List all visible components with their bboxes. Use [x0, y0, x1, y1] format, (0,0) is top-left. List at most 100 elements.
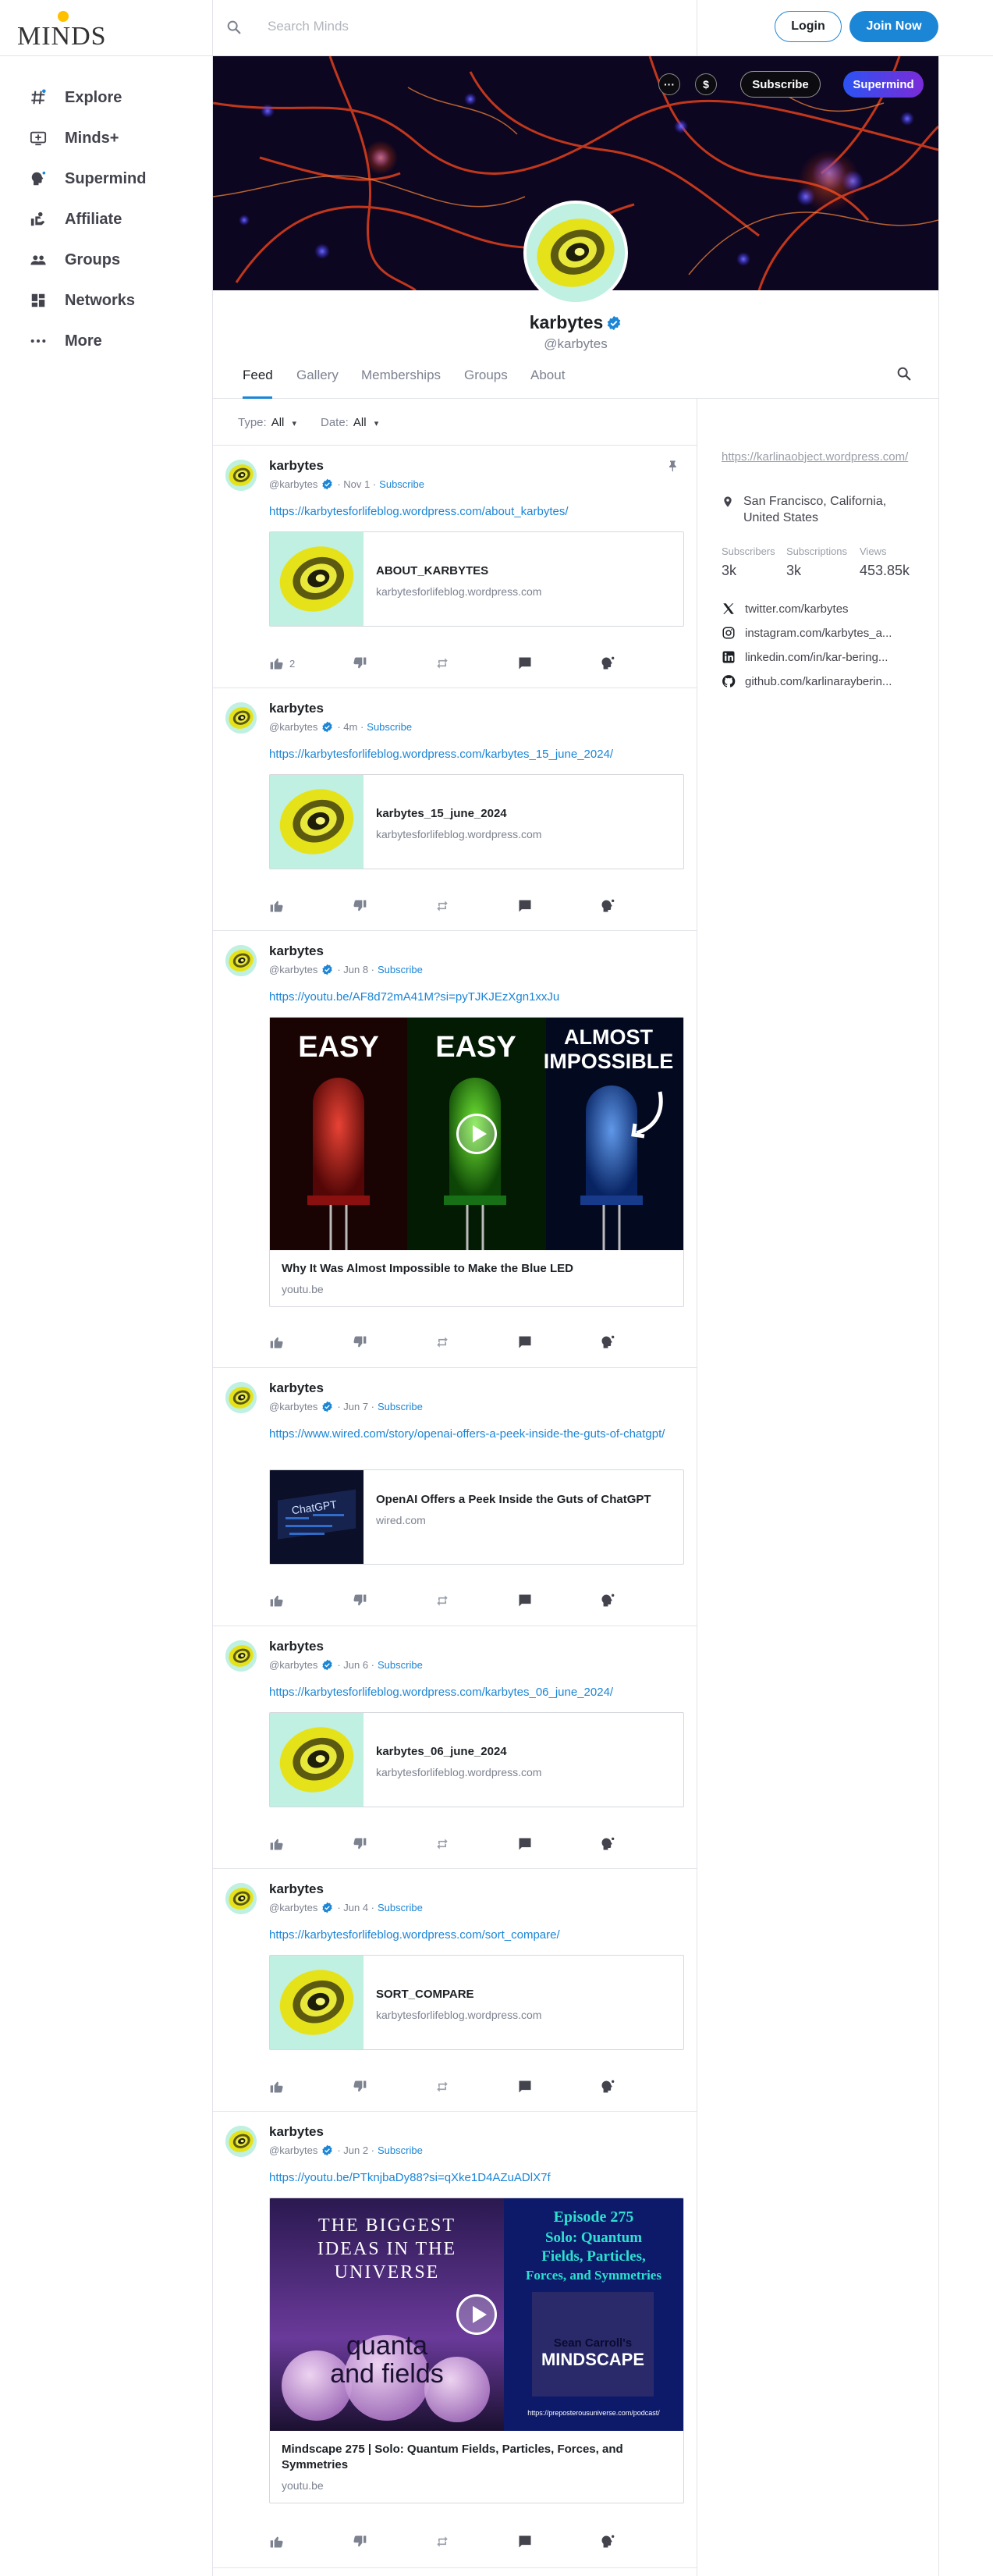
- post-date[interactable]: · Jun 6 ·: [337, 1659, 374, 1671]
- remind-button[interactable]: [434, 2533, 450, 2550]
- nav-item-more[interactable]: More: [30, 329, 102, 353]
- post-avatar[interactable]: [225, 1382, 257, 1413]
- play-icon[interactable]: [456, 2294, 497, 2335]
- comment-button[interactable]: [517, 1835, 533, 1853]
- post-handle[interactable]: @karbytes: [269, 1902, 317, 1913]
- dislike-button[interactable]: [352, 1334, 367, 1351]
- post-handle[interactable]: @karbytes: [269, 478, 317, 490]
- date-filter[interactable]: Date: All ▾: [321, 416, 378, 429]
- post-handle[interactable]: @karbytes: [269, 1401, 317, 1412]
- post-author-name[interactable]: karbytes: [269, 1881, 324, 1897]
- post-subscribe-link[interactable]: Subscribe: [378, 2144, 423, 2156]
- like-button[interactable]: [269, 2533, 285, 2550]
- remind-button[interactable]: [434, 2078, 450, 2095]
- post-subscribe-link[interactable]: Subscribe: [378, 1401, 423, 1412]
- profile-avatar[interactable]: [523, 201, 628, 305]
- post-link[interactable]: https://www.wired.com/story/openai-offer…: [269, 1426, 675, 1443]
- remind-button[interactable]: [434, 1334, 450, 1351]
- post-link[interactable]: https://karbytesforlifeblog.wordpress.co…: [269, 503, 675, 521]
- post-avatar[interactable]: [225, 2126, 257, 2157]
- social-link-linkedin[interactable]: linkedin.com/in/kar-bering...: [722, 650, 924, 664]
- post-handle[interactable]: @karbytes: [269, 2144, 317, 2156]
- post-avatar[interactable]: [225, 460, 257, 491]
- tab-memberships[interactable]: Memberships: [361, 368, 441, 383]
- website-link[interactable]: https://karlinaobject.wordpress.com/: [722, 449, 908, 466]
- post-subscribe-link[interactable]: Subscribe: [367, 721, 412, 733]
- post-avatar[interactable]: [225, 1640, 257, 1672]
- comment-button[interactable]: [517, 2533, 533, 2550]
- social-link-github[interactable]: github.com/karlinarayberin...: [722, 674, 924, 688]
- login-button[interactable]: Login: [775, 11, 842, 42]
- post-author-name[interactable]: karbytes: [269, 943, 324, 959]
- post-link[interactable]: https://karbytesforlifeblog.wordpress.co…: [269, 1927, 675, 1944]
- post-author-name[interactable]: karbytes: [269, 2124, 324, 2140]
- post-avatar[interactable]: [225, 945, 257, 976]
- comment-button[interactable]: [517, 1592, 533, 1609]
- post-avatar[interactable]: [225, 1883, 257, 1914]
- post-author-name[interactable]: karbytes: [269, 1639, 324, 1654]
- like-button[interactable]: 2: [269, 655, 295, 672]
- remind-button[interactable]: [434, 897, 450, 915]
- search-icon[interactable]: [225, 19, 243, 36]
- post-link[interactable]: https://karbytesforlifeblog.wordpress.co…: [269, 1684, 675, 1701]
- tab-about[interactable]: About: [530, 368, 565, 383]
- like-button[interactable]: [269, 897, 285, 915]
- remind-button[interactable]: [434, 1835, 450, 1853]
- post-date[interactable]: · Jun 4 ·: [337, 1902, 374, 1913]
- post-date[interactable]: · Jun 2 ·: [337, 2144, 374, 2156]
- join-now-button[interactable]: Join Now: [849, 11, 938, 42]
- post-author-name[interactable]: karbytes: [269, 701, 324, 716]
- dislike-button[interactable]: [352, 655, 367, 672]
- link-preview-card[interactable]: SORT_COMPARE karbytesforlifeblog.wordpre…: [269, 1955, 684, 2050]
- nav-item-minds-plus[interactable]: Minds+: [30, 126, 119, 150]
- post-avatar[interactable]: [225, 702, 257, 734]
- post-handle[interactable]: @karbytes: [269, 964, 317, 975]
- link-preview-card[interactable]: karbytes_15_june_2024 karbytesforlifeblo…: [269, 774, 684, 869]
- post-date[interactable]: · Jun 7 ·: [337, 1401, 374, 1412]
- tab-gallery[interactable]: Gallery: [296, 368, 339, 383]
- comment-button[interactable]: [517, 897, 533, 915]
- post-subscribe-link[interactable]: Subscribe: [378, 1902, 423, 1913]
- dislike-button[interactable]: [352, 1835, 367, 1853]
- dislike-button[interactable]: [352, 897, 367, 915]
- stat-value[interactable]: 3k: [786, 563, 801, 579]
- remind-button[interactable]: [434, 655, 450, 672]
- tip-button[interactable]: $: [695, 73, 717, 95]
- comment-button[interactable]: [517, 2078, 533, 2095]
- post-author-name[interactable]: karbytes: [269, 458, 324, 474]
- post-link[interactable]: https://youtu.be/AF8d72mA41M?si=pyTJKJEz…: [269, 989, 675, 1006]
- post-author-name[interactable]: karbytes: [269, 1380, 324, 1396]
- post-subscribe-link[interactable]: Subscribe: [379, 478, 424, 490]
- like-button[interactable]: [269, 1835, 285, 1853]
- type-filter[interactable]: Type: All ▾: [238, 416, 296, 429]
- dislike-button[interactable]: [352, 2533, 367, 2550]
- stat-value[interactable]: 3k: [722, 563, 736, 579]
- like-button[interactable]: [269, 1592, 285, 1609]
- post-handle[interactable]: @karbytes: [269, 721, 317, 733]
- like-button[interactable]: [269, 2078, 285, 2095]
- supermind-button[interactable]: Supermind: [843, 71, 924, 98]
- more-options-button[interactable]: ···: [658, 73, 680, 95]
- supermind-reply-button[interactable]: [600, 1334, 615, 1351]
- search-input[interactable]: Search Minds: [268, 19, 349, 34]
- like-button[interactable]: [269, 1334, 285, 1351]
- link-preview-card[interactable]: karbytes_06_june_2024 karbytesforlifeblo…: [269, 1712, 684, 1807]
- search-icon[interactable]: [895, 365, 913, 382]
- supermind-reply-button[interactable]: [600, 897, 615, 915]
- nav-item-explore[interactable]: Explore: [30, 86, 122, 109]
- post-link[interactable]: https://youtu.be/PTknjbaDy88?si=qXke1D4A…: [269, 2169, 675, 2187]
- video-preview-card[interactable]: THE BIGGEST IDEAS IN THE UNIVERSE quanta…: [269, 2198, 684, 2503]
- dislike-button[interactable]: [352, 1592, 367, 1609]
- social-link-twitter[interactable]: twitter.com/karbytes: [722, 602, 924, 616]
- nav-item-networks[interactable]: Networks: [30, 289, 135, 312]
- remind-button[interactable]: [434, 1592, 450, 1609]
- social-link-instagram[interactable]: instagram.com/karbytes_a...: [722, 626, 924, 640]
- comment-button[interactable]: [517, 1334, 533, 1351]
- link-preview-card[interactable]: ABOUT_KARBYTES karbytesforlifeblog.wordp…: [269, 531, 684, 627]
- post-date[interactable]: · 4m ·: [337, 721, 364, 733]
- minds-logo[interactable]: MINDS: [16, 11, 109, 51]
- supermind-reply-button[interactable]: [600, 2078, 615, 2095]
- nav-item-affiliate[interactable]: Affiliate: [30, 208, 122, 231]
- comment-button[interactable]: [517, 655, 533, 672]
- dislike-button[interactable]: [352, 2078, 367, 2095]
